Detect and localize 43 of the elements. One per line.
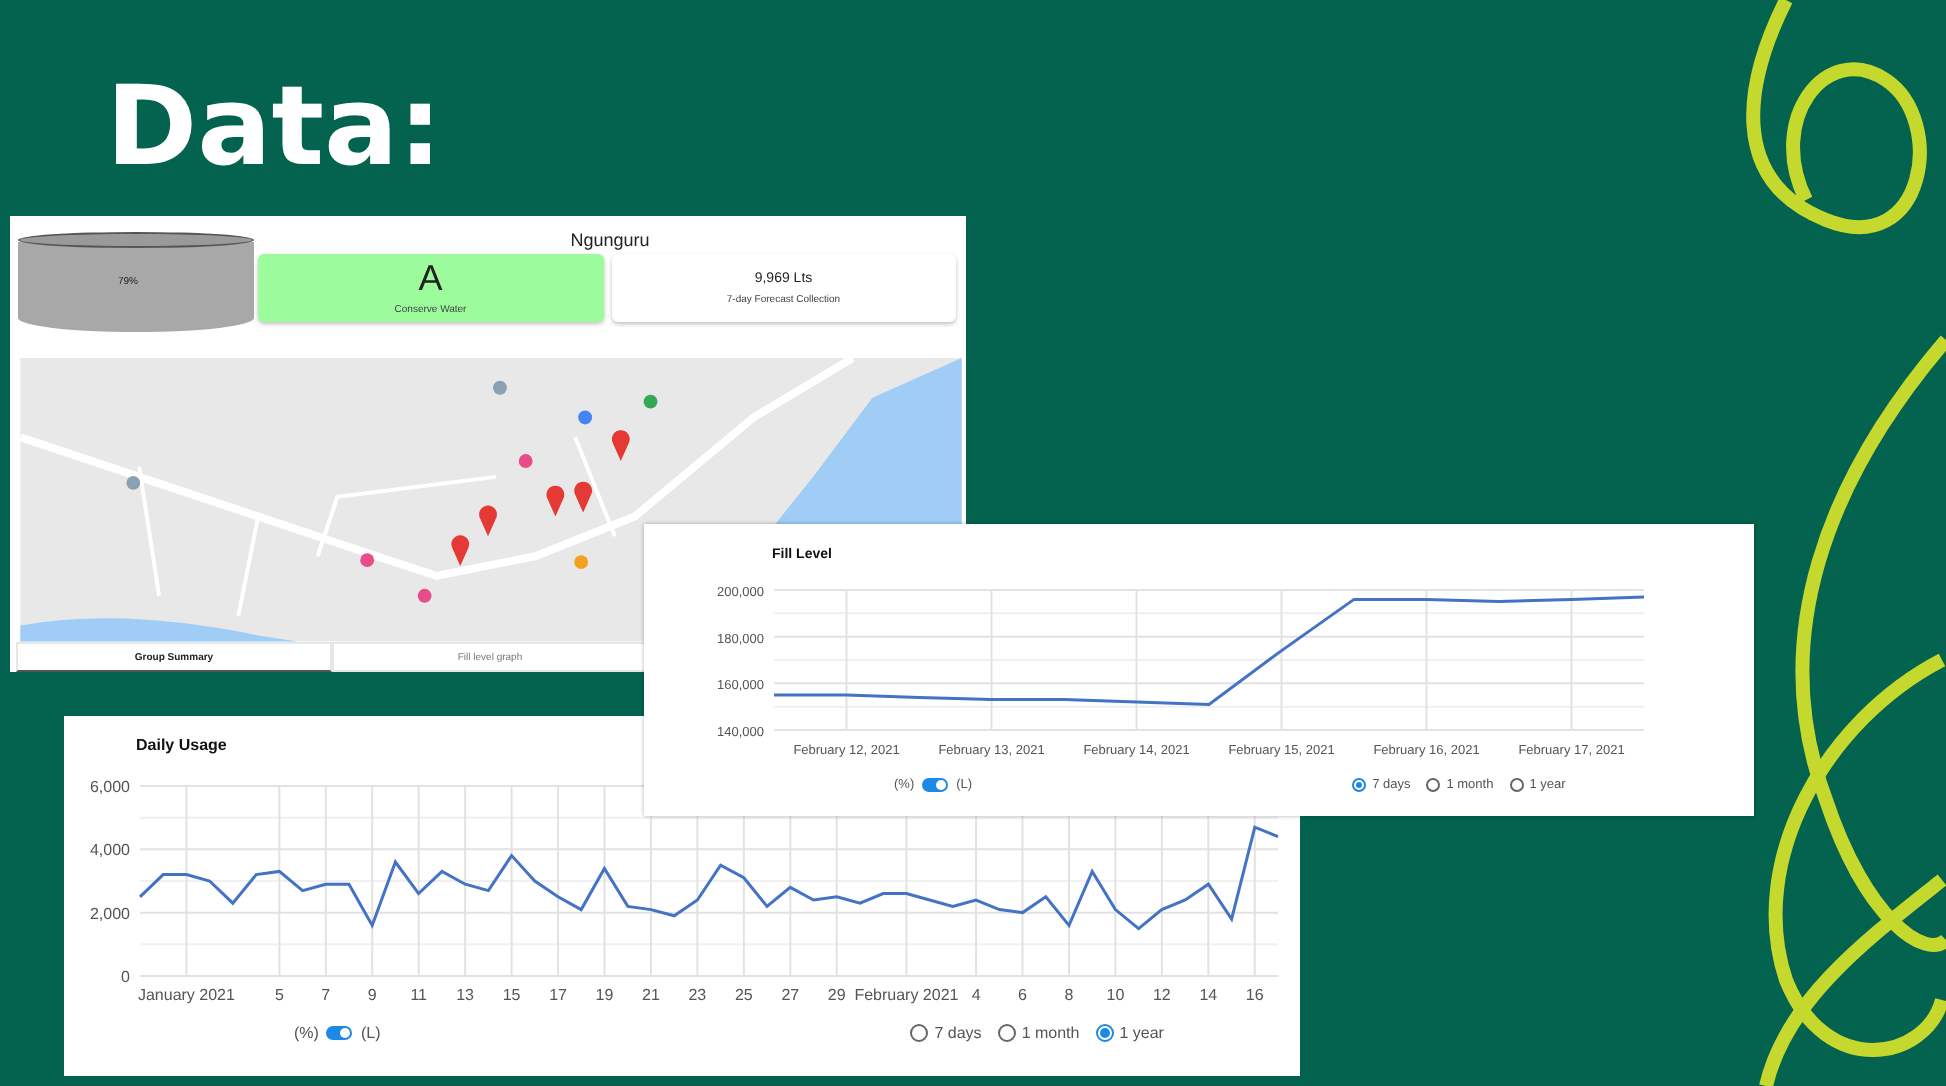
axis-tick-label: 21 [642, 986, 660, 1004]
radio-button[interactable] [1426, 778, 1441, 792]
axis-tick-label: 6,000 [89, 778, 130, 796]
card-value: A [418, 260, 443, 296]
axis-tick-label: 10 [1106, 986, 1125, 1004]
axis-tick-label: 4,000 [89, 841, 130, 860]
axis-tick-label: 6 [1018, 986, 1027, 1004]
axis-tick-label: 0 [121, 968, 130, 986]
axis-tick-label: 7 [321, 986, 331, 1004]
axis-tick-label: 17 [549, 986, 567, 1004]
axis-tick-label: 4 [971, 986, 981, 1004]
toggle-label: (L) [360, 1024, 381, 1042]
unit-switch[interactable] [326, 1026, 353, 1040]
axis-tick-label: 25 [734, 986, 753, 1004]
axis-tick-label: 2,000 [89, 904, 130, 923]
site-name: Ngunguru [568, 228, 652, 254]
axis-tick-label: 9 [367, 986, 377, 1004]
axis-tick-label: 15 [502, 986, 521, 1004]
radio-button[interactable] [1509, 778, 1524, 792]
radio-button[interactable] [910, 1024, 929, 1042]
unit-switch[interactable] [922, 778, 949, 792]
axis-tick-label: 29 [827, 986, 846, 1004]
axis-tick-label: 14 [1199, 986, 1218, 1004]
axis-tick-label: 11 [410, 986, 427, 1004]
axis-tick-label: January 2021 [137, 986, 235, 1004]
radio-label: 7 days [934, 1024, 982, 1042]
radio-button[interactable] [1095, 1024, 1114, 1042]
radio-button[interactable] [1352, 778, 1367, 792]
axis-tick-label: February 2021 [854, 986, 959, 1004]
radio-label: 1 year [1119, 1024, 1164, 1042]
axis-tick-label: 5 [274, 986, 284, 1004]
axis-tick-label: 19 [595, 986, 614, 1004]
radio-label: 1 month [1021, 1024, 1080, 1042]
toggle-label: (%) [294, 1024, 319, 1042]
chart-title: Daily Usage [136, 736, 227, 758]
axis-tick-label: 8 [1064, 986, 1074, 1004]
axis-tick-label: 12 [1152, 986, 1171, 1004]
axis-tick-label: 27 [781, 986, 800, 1004]
axis-tick-label: 13 [456, 986, 475, 1004]
axis-tick-label: 23 [688, 986, 707, 1004]
slide-title: Data: [106, 60, 443, 194]
radio-button[interactable] [997, 1024, 1016, 1042]
axis-tick-label: 16 [1245, 986, 1264, 1004]
